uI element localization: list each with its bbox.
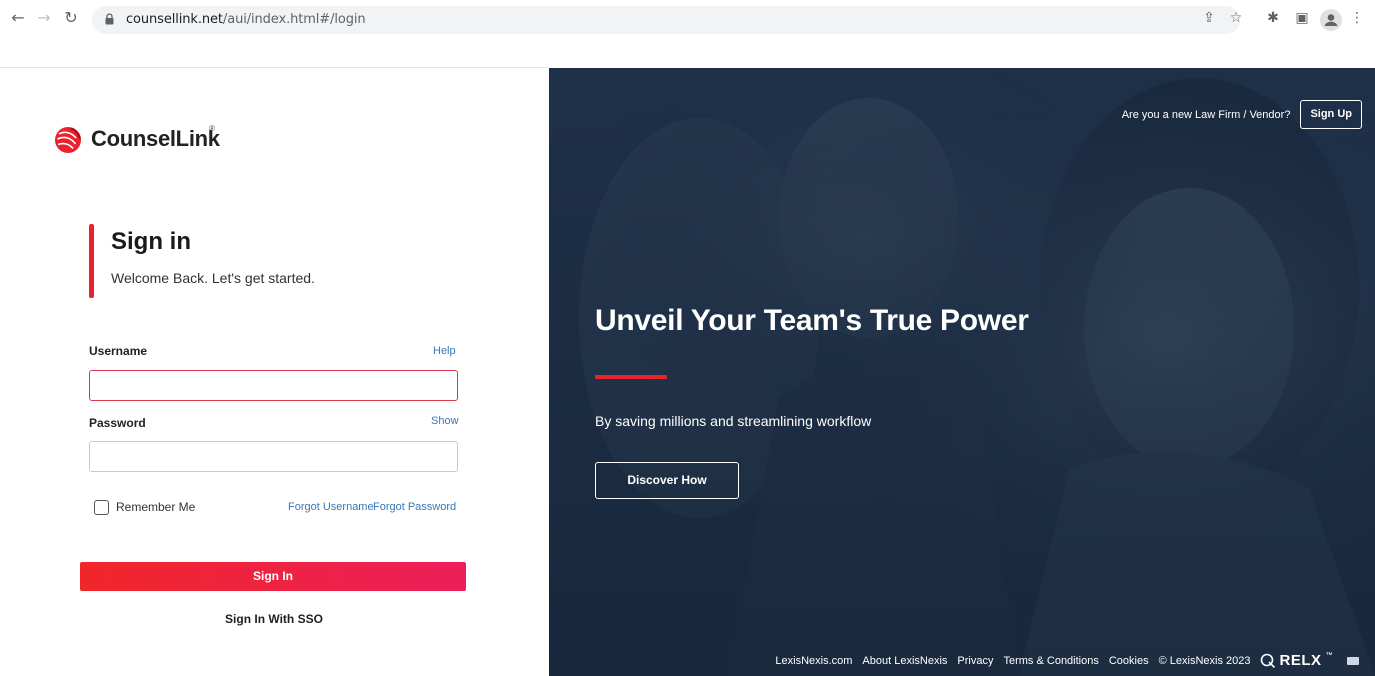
kebab-menu-icon[interactable]: ⋮ <box>1348 9 1366 27</box>
page-title: Sign in <box>111 228 191 255</box>
footer-link-about[interactable]: About LexisNexis <box>862 655 947 667</box>
browser-toolbar: ← → ↻ counsellink.net/aui/index.html#/lo… <box>0 0 1375 40</box>
back-arrow-icon[interactable]: ← <box>8 8 28 28</box>
username-input[interactable] <box>89 370 458 401</box>
lock-icon[interactable] <box>105 13 114 25</box>
help-link[interactable]: Help <box>433 345 456 357</box>
hero-background-photo <box>549 68 1375 676</box>
discover-how-button[interactable]: Discover How <box>595 462 739 499</box>
address-bar[interactable]: counsellink.net/aui/index.html#/login <box>92 6 1240 34</box>
logo-text: CounselLink <box>91 126 220 151</box>
hero-subtitle: By saving millions and streamlining work… <box>595 413 872 429</box>
show-password-link[interactable]: Show <box>431 415 459 427</box>
side-panel-icon[interactable]: ▣ <box>1293 9 1311 27</box>
relx-text: RELX <box>1279 652 1322 669</box>
password-label: Password <box>89 416 146 430</box>
forgot-password-link[interactable]: Forgot Password <box>373 501 456 513</box>
forward-arrow-icon[interactable]: → <box>34 8 54 28</box>
page-subtitle: Welcome Back. Let's get started. <box>111 270 315 286</box>
footer: LexisNexis.com About LexisNexis Privacy … <box>775 652 1359 669</box>
counsellink-logo-icon <box>55 127 81 153</box>
footer-link-terms[interactable]: Terms & Conditions <box>1003 655 1098 667</box>
sign-in-sso-link[interactable]: Sign In With SSO <box>0 612 548 626</box>
title-accent-bar <box>89 224 94 298</box>
footer-link-cookies[interactable]: Cookies <box>1109 655 1149 667</box>
extensions-icon[interactable]: ✱ <box>1264 9 1282 27</box>
flag-icon[interactable] <box>1347 656 1359 665</box>
hero-top-bar: Are you a new Law Firm / Vendor? Sign Up <box>1122 100 1362 129</box>
relx-tm: ™ <box>1325 652 1333 659</box>
hero-title: Unveil Your Team's True Power <box>595 304 1029 337</box>
remember-me-label[interactable]: Remember Me <box>116 500 195 514</box>
hero-panel: Are you a new Law Firm / Vendor? Sign Up… <box>549 68 1375 676</box>
remember-me-checkbox[interactable] <box>94 500 109 515</box>
sign-up-button[interactable]: Sign Up <box>1300 100 1362 129</box>
reload-icon[interactable]: ↻ <box>61 8 81 28</box>
logo-registered-mark: ® <box>209 124 215 133</box>
hero-accent-rule <box>595 375 667 379</box>
username-label: Username <box>89 344 148 358</box>
sign-in-button[interactable]: Sign In <box>80 562 466 591</box>
password-input[interactable] <box>89 441 458 472</box>
relx-logo: RELX ™ <box>1260 652 1333 669</box>
url-text[interactable]: counsellink.net/aui/index.html#/login <box>126 6 366 34</box>
login-panel: CounselLink ® Sign in Welcome Back. Let'… <box>0 68 548 676</box>
relx-logo-icon <box>1261 653 1276 668</box>
forgot-username-link[interactable]: Forgot Username <box>288 501 374 513</box>
share-icon[interactable]: ⇪ <box>1200 9 1218 27</box>
new-firm-text: Are you a new Law Firm / Vendor? <box>1121 108 1291 121</box>
footer-link-lexisnexis[interactable]: LexisNexis.com <box>775 655 852 667</box>
star-icon[interactable]: ☆ <box>1227 9 1245 27</box>
footer-link-privacy[interactable]: Privacy <box>957 655 993 667</box>
profile-icon[interactable] <box>1320 9 1342 31</box>
footer-copyright: © LexisNexis 2023 <box>1158 654 1251 667</box>
